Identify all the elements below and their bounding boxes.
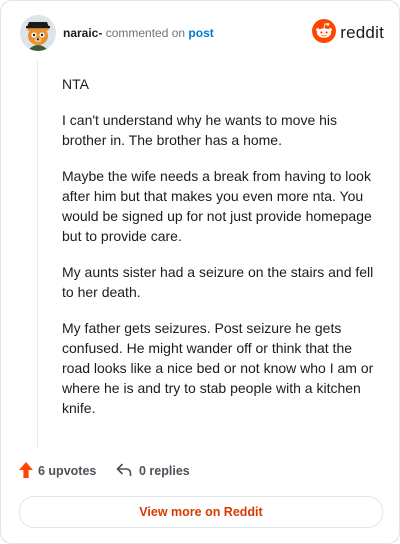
comment-paragraph: NTA xyxy=(62,76,89,92)
upvote-button[interactable]: 6 upvotes xyxy=(19,461,96,481)
view-more-label: View more on Reddit xyxy=(139,505,263,519)
comment-paragraph: Maybe the wife needs a break from having… xyxy=(62,168,372,244)
upvote-count: 6 upvotes xyxy=(38,464,97,478)
reply-count: 0 replies xyxy=(139,464,190,478)
comment-paragraph: My aunts sister had a seizure on the sta… xyxy=(62,264,374,300)
replies-button[interactable]: 0 replies xyxy=(116,461,190,481)
reddit-logo[interactable]: reddit xyxy=(312,18,384,48)
reddit-snoo-icon xyxy=(312,18,337,48)
reply-arrow-icon xyxy=(116,463,132,480)
comment-header: naraic- commented on post reddit xyxy=(20,15,384,53)
upvote-arrow-icon xyxy=(19,461,33,481)
comment-card: naraic- commented on post reddit NTA I c… xyxy=(0,0,400,544)
comment-actions: 6 upvotes 0 replies xyxy=(19,461,379,481)
post-link[interactable]: post xyxy=(188,26,213,40)
thread-line xyxy=(37,61,38,449)
reddit-wordmark: reddit xyxy=(340,23,384,42)
comment-paragraph: My father gets seizures. Post seizure he… xyxy=(62,320,374,416)
avatar[interactable] xyxy=(20,15,56,51)
comment-byline: naraic- commented on post xyxy=(63,26,214,40)
username-link[interactable]: naraic- xyxy=(63,26,102,40)
view-more-button[interactable]: View more on Reddit xyxy=(19,496,383,528)
action-text: commented on xyxy=(102,26,189,40)
comment-paragraph: I can't understand why he wants to move … xyxy=(62,112,338,148)
comment-body: NTA I can't understand why he wants to m… xyxy=(62,74,380,434)
